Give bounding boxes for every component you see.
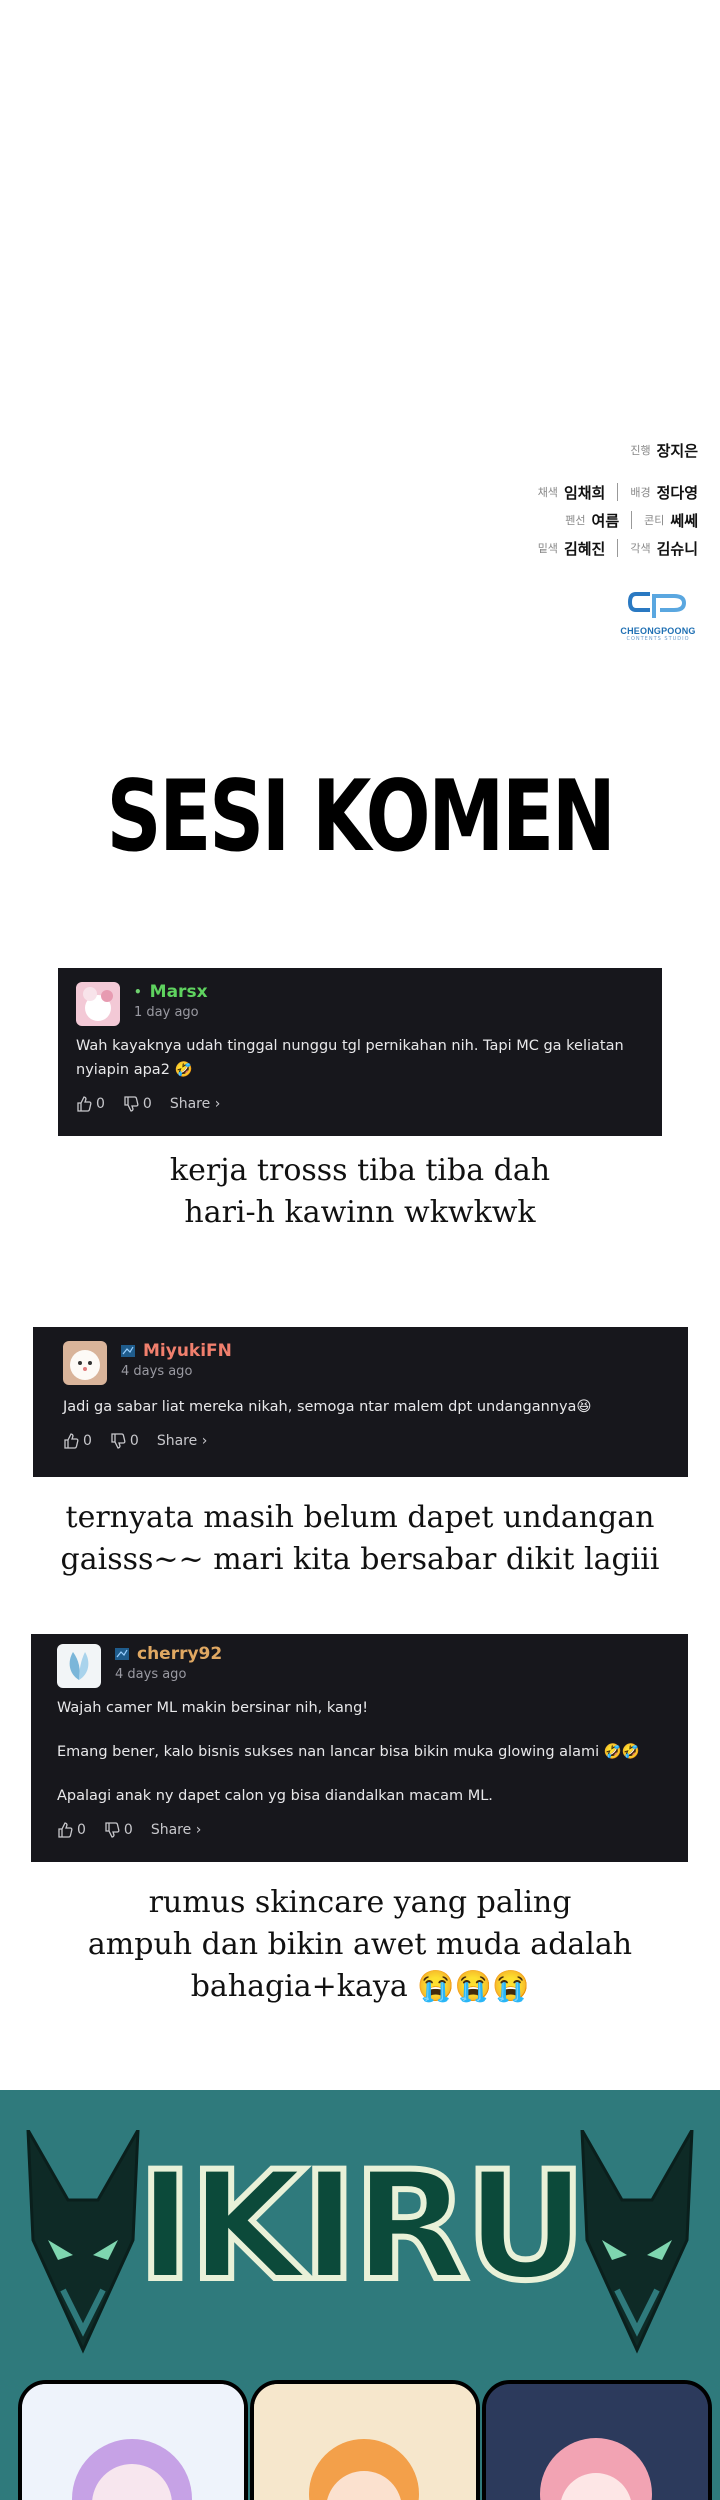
banner-title: IKIRU — [134, 2137, 589, 2317]
thumbs-down-icon — [105, 1822, 120, 1838]
comment-text: Wah kayaknya udah tinggal nunggu tgl per… — [76, 1038, 624, 1078]
like-count: 0 — [83, 1433, 92, 1449]
comment-text: Jadi ga sabar liat mereka nikah, semoga … — [63, 1399, 592, 1415]
thumbs-down-icon — [111, 1433, 126, 1449]
username-text: Marsx — [149, 982, 208, 1002]
banner-panel — [482, 2380, 712, 2500]
credit-role: 진행 — [630, 444, 651, 457]
like-button[interactable]: 0 — [76, 1096, 105, 1112]
comment-username[interactable]: cherry92 — [115, 1644, 222, 1664]
username-text: cherry92 — [137, 1644, 223, 1664]
caption-line: gaisss~~ mari kita bersabar dikit lagiii — [60, 1542, 660, 1577]
thumbs-up-icon — [77, 1096, 92, 1112]
caption: ternyata masih belum dapet undangan gais… — [0, 1497, 720, 1581]
credit-role: 펜선 — [565, 514, 586, 527]
caption-line: hari-h kawinn wkwkwk — [184, 1195, 536, 1230]
comment-time: 1 day ago — [134, 1005, 199, 1020]
cheongpoong-logo: CHEONGPOONG CONTENTS STUDIO — [618, 590, 698, 642]
caption-line: ternyata masih belum dapet undangan — [65, 1500, 655, 1535]
comment-username[interactable]: • Marsx — [134, 982, 208, 1002]
dislike-button[interactable]: 0 — [104, 1822, 133, 1838]
avatar[interactable] — [57, 1644, 101, 1688]
comment-time: 4 days ago — [121, 1364, 193, 1379]
credit-name: 여름 — [591, 511, 620, 530]
comment-card: MiyukiFN 4 days ago Jadi ga sabar liat m… — [33, 1327, 688, 1477]
avatar[interactable] — [63, 1341, 107, 1385]
comment-body: Jadi ga sabar liat mereka nikah, semoga … — [63, 1395, 658, 1419]
thumbs-up-icon — [64, 1433, 79, 1449]
share-button[interactable]: Share › — [151, 1822, 201, 1838]
comment-card: cherry92 4 days ago Wajah camer ML makin… — [31, 1634, 688, 1862]
caption-line: kerja trosss tiba tiba dah — [169, 1153, 551, 1188]
credit-role: 채색 — [537, 486, 558, 499]
dislike-count: 0 — [129, 1433, 139, 1449]
credit-name: 김슈니 — [656, 539, 698, 558]
comment-actions: 0 0 Share › — [76, 1096, 644, 1112]
comment-time: 4 days ago — [115, 1667, 187, 1682]
share-button[interactable]: Share › — [157, 1433, 207, 1449]
username-text: MiyukiFN — [143, 1341, 232, 1361]
credit-name: 장지은 — [656, 441, 698, 460]
credit-role: 밑색 — [537, 542, 558, 555]
like-button[interactable]: 0 — [63, 1433, 92, 1449]
caption-line: rumus skincare yang paling — [148, 1885, 572, 1920]
comment-actions: 0 0 Share › — [57, 1822, 662, 1838]
credit-row: 펜선 여름 콘티 쎄쎄 — [468, 506, 698, 534]
credit-role: 배경 — [630, 486, 651, 499]
credit-name: 임채희 — [563, 483, 606, 502]
comment-body: Wajah camer ML makin bersinar nih, kang!… — [57, 1696, 662, 1808]
credit-divider — [631, 511, 633, 529]
comment-body: Wah kayaknya udah tinggal nunggu tgl per… — [76, 1034, 644, 1082]
caption-line: bahagia+kaya 😭😭😭 — [190, 1969, 530, 2004]
logo-sub: CONTENTS STUDIO — [626, 636, 690, 642]
caption: rumus skincare yang paling ampuh dan bik… — [0, 1882, 720, 2008]
logo-brand: CHEONGPOONG — [620, 626, 696, 636]
credit-divider — [617, 539, 619, 557]
comment-text: Apalagi anak ny dapet calon yg bisa dian… — [57, 1788, 493, 1804]
dislike-count: 0 — [142, 1096, 152, 1112]
banner-panel — [250, 2380, 480, 2500]
credit-role: 콘티 — [644, 514, 665, 527]
thumbs-up-icon — [58, 1822, 73, 1838]
like-count: 0 — [96, 1096, 105, 1112]
rank-badge-icon — [121, 1345, 135, 1357]
credit-role: 각색 — [630, 542, 651, 555]
comment-username[interactable]: MiyukiFN — [121, 1341, 232, 1361]
credit-name: 정다영 — [656, 483, 698, 502]
rank-badge-icon — [115, 1648, 129, 1660]
comment-card: • Marsx 1 day ago Wah kayaknya udah ting… — [58, 968, 662, 1136]
thumbs-down-icon — [124, 1096, 139, 1112]
share-button[interactable]: Share › — [170, 1096, 220, 1112]
section-title: SESI KOMEN — [106, 760, 615, 874]
banner-panel — [18, 2380, 248, 2500]
like-count: 0 — [77, 1822, 86, 1838]
comment-text: Wajah camer ML makin bersinar nih, kang! — [57, 1700, 369, 1716]
online-dot-icon: • — [134, 985, 142, 999]
credit-row: 채색 임채희 배경 정다영 — [468, 478, 698, 506]
credit-lead: 진행 장지은 — [468, 436, 698, 464]
comment-text: Emang bener, kalo bisnis sukses nan lanc… — [57, 1744, 640, 1760]
ikiru-banner: IKIRU — [0, 2090, 720, 2500]
caption-line: ampuh dan bikin awet muda adalah — [87, 1927, 633, 1962]
staff-credits: 진행 장지은 채색 임채희 배경 정다영 펜선 여름 콘티 쎄쎄 밑색 김혜진 … — [468, 436, 698, 562]
comment-actions: 0 0 Share › — [63, 1433, 658, 1449]
like-button[interactable]: 0 — [57, 1822, 86, 1838]
credit-name: 쎄쎄 — [670, 511, 698, 530]
credit-row: 밑색 김혜진 각색 김슈니 — [468, 534, 698, 562]
cp-logo-icon — [627, 592, 687, 618]
dislike-button[interactable]: 0 — [110, 1433, 139, 1449]
caption: kerja trosss tiba tiba dah hari-h kawinn… — [0, 1150, 720, 1234]
credit-divider — [617, 483, 619, 501]
avatar[interactable] — [76, 982, 120, 1026]
dislike-button[interactable]: 0 — [123, 1096, 152, 1112]
credit-name: 김혜진 — [563, 539, 606, 558]
dislike-count: 0 — [123, 1822, 133, 1838]
